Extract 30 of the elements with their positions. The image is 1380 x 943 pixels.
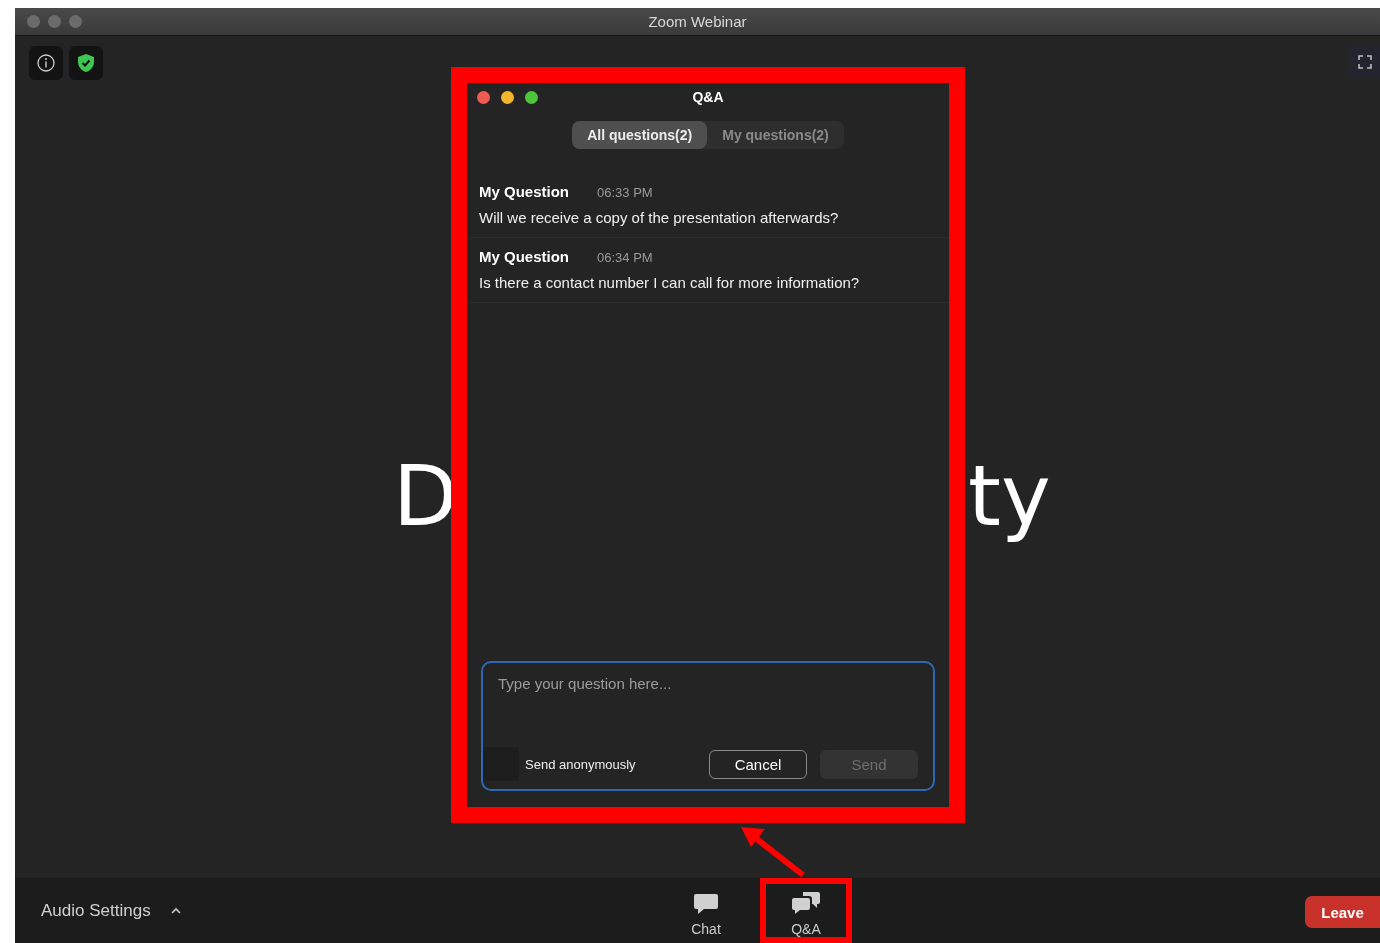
cancel-button[interactable]: Cancel bbox=[709, 749, 807, 779]
security-button[interactable] bbox=[69, 46, 103, 80]
tab[interactable]: All questions(2) bbox=[572, 121, 708, 149]
question-text: Is there a contact number I can call for more information? bbox=[479, 274, 861, 291]
fullscreen-button[interactable] bbox=[1350, 46, 1380, 78]
info-icon bbox=[37, 54, 55, 72]
toolbar-button[interactable]: Chat bbox=[670, 878, 742, 943]
panel-title: Q&A bbox=[692, 89, 724, 105]
speech-bubbles-icon bbox=[791, 891, 821, 915]
tab[interactable]: My questions(2) bbox=[707, 121, 844, 149]
caret-icon bbox=[170, 907, 181, 914]
window-title: Zoom Webinar bbox=[648, 13, 747, 30]
shield-check-icon bbox=[78, 54, 94, 72]
question-author: My Question bbox=[479, 183, 569, 200]
question-time: 06:33 PM bbox=[597, 185, 653, 200]
close-button[interactable] bbox=[477, 90, 490, 104]
question-text: Will we receive a copy of the presentation afterwards? bbox=[479, 209, 840, 226]
speech-bubble-icon bbox=[693, 893, 719, 915]
toolbar-button[interactable]: Q&A bbox=[760, 878, 852, 943]
send-anonymously-label: Send anonymously bbox=[525, 756, 636, 772]
slide-text: D bbox=[393, 454, 458, 538]
leave-button[interactable]: Leave bbox=[1305, 896, 1380, 928]
info-button[interactable] bbox=[29, 46, 63, 80]
checkbox[interactable] bbox=[483, 747, 519, 781]
fullscreen-icon bbox=[1358, 55, 1372, 69]
zoom-button[interactable] bbox=[525, 90, 538, 104]
audio-settings-button[interactable]: Audio Settings bbox=[41, 900, 181, 921]
question-time: 06:34 PM bbox=[597, 250, 653, 265]
minimize-button[interactable] bbox=[501, 90, 514, 104]
question-author: My Question bbox=[479, 248, 569, 265]
